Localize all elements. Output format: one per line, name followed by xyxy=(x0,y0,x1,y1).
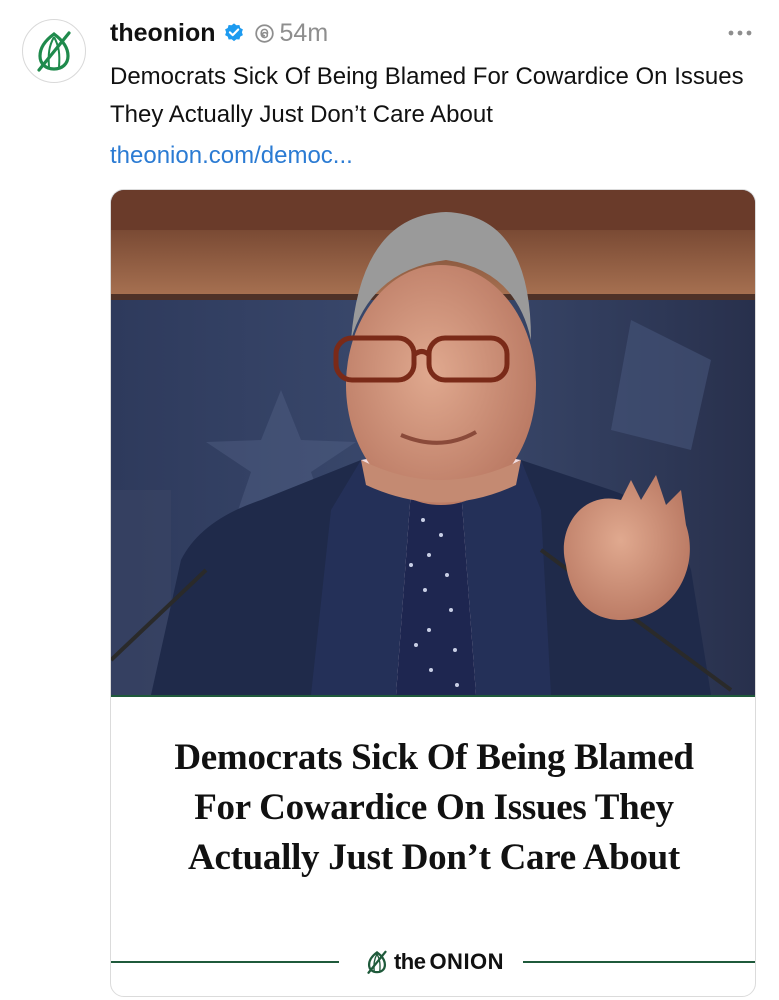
link-preview-card[interactable]: Democrats Sick Of Being Blamed For Cowar… xyxy=(110,189,756,997)
onion-logo-icon xyxy=(37,31,71,72)
card-headline: Democrats Sick Of Being Blamed For Cowar… xyxy=(121,733,747,883)
card-headline-line: For Cowardice On Issues They xyxy=(194,787,674,828)
avatar[interactable] xyxy=(22,19,86,83)
more-options-button[interactable] xyxy=(723,18,757,48)
threads-icon xyxy=(254,23,275,44)
post-text: Democrats Sick Of Being Blamed For Cowar… xyxy=(110,63,744,128)
article-photo xyxy=(111,190,755,695)
footer-divider-right xyxy=(523,961,755,963)
brand-prefix: the xyxy=(393,949,426,974)
article-link[interactable]: theonion.com/democ... xyxy=(110,138,353,174)
onion-logo-icon xyxy=(367,950,387,974)
photo-divider xyxy=(111,695,755,697)
username[interactable]: theonion xyxy=(110,19,216,48)
timestamp: 54m xyxy=(279,18,329,47)
verified-badge-icon xyxy=(223,22,245,44)
brand-name: ONION xyxy=(429,949,505,974)
more-options-icon xyxy=(728,30,752,36)
footer-divider-left xyxy=(111,961,339,963)
brand-logo: the ONION xyxy=(349,947,519,977)
card-headline-line: Actually Just Don’t Care About xyxy=(188,837,680,878)
post-header: theonion 54m xyxy=(110,16,757,50)
card-headline-line: Democrats Sick Of Being Blamed xyxy=(174,737,694,778)
